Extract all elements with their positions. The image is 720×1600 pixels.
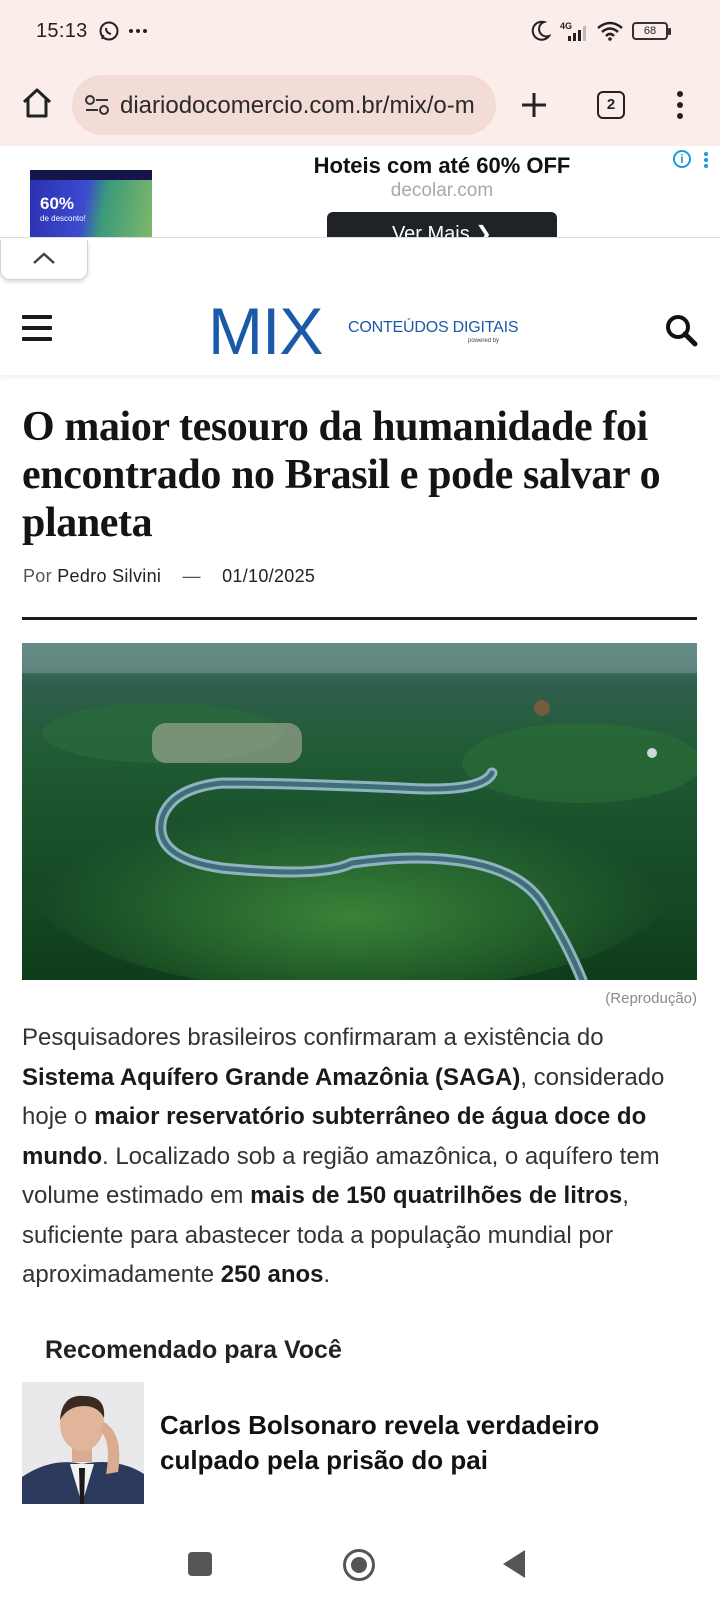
article-author[interactable]: Pedro Silvini [57,566,161,586]
article-paragraph: Pesquisadores brasileiros confirmaram a … [22,1018,702,1295]
status-time: 15:13 [36,20,88,42]
status-bar: 15:13 4G 68 [0,0,720,66]
ad-info-icon[interactable]: i [673,150,691,168]
new-tab-icon[interactable] [517,88,551,122]
ad-options-icon[interactable] [703,151,709,169]
wifi-icon [597,21,623,41]
recommended-heading: Recomendado para Você [45,1336,342,1364]
site-header: MIX CONTEÚDOS DIGITAIS powered by [0,285,720,375]
ad-banner[interactable]: 60% de desconto! Hoteis com até 60% OFF … [0,146,720,238]
ad-collapse-button[interactable] [0,240,88,280]
ad-image-subtitle: de desconto! [40,214,86,223]
battery-icon: 68 [632,22,671,40]
paragraph-text: Pesquisadores brasileiros confirmaram a … [22,1024,604,1051]
back-icon[interactable] [503,1550,525,1578]
recommended-thumbnail[interactable] [22,1382,144,1504]
site-logo-subtitle: CONTEÚDOS DIGITAIS [348,319,519,336]
tab-switcher-icon[interactable]: 2 [597,91,625,119]
moon-icon [531,20,551,41]
divider [22,617,697,620]
address-bar[interactable]: diariodocomercio.com.br/mix/o-m [72,75,496,135]
chevron-up-icon [33,252,55,264]
ad-cta-button[interactable]: Ver Mais ❯ [327,212,557,237]
site-logo-powered: powered by [468,338,500,344]
paragraph-bold-text: 250 anos [220,1261,324,1288]
byline-separator: — [182,566,201,586]
search-icon[interactable] [664,313,698,347]
home-icon[interactable] [20,86,54,120]
more-notifications-icon [129,29,147,33]
home-button-icon[interactable] [343,1549,375,1581]
article-byline: Por Pedro Silvini — 01/10/2025 [23,566,315,587]
whatsapp-icon [99,21,119,41]
paragraph-text: . [323,1261,331,1288]
hamburger-menu-icon[interactable] [22,315,52,343]
article-date: 01/10/2025 [222,566,316,586]
recents-icon[interactable] [188,1552,212,1576]
signal-icon: 4G [560,21,586,41]
paragraph-bold-text: mais de 150 quatrilhões de litros [250,1182,623,1209]
ad-title[interactable]: Hoteis com até 60% OFF [0,153,720,179]
ad-advertiser: decolar.com [390,180,494,201]
paragraph-bold-text: Sistema Aquífero Grande Amazônia (SAGA) [22,1063,521,1091]
recommended-item[interactable]: Carlos Bolsonaro revela verdadeiro culpa… [22,1382,702,1504]
byline-prefix: Por [23,566,52,586]
site-settings-icon[interactable] [84,93,110,117]
url-text[interactable]: diariodocomercio.com.br/mix/o-m [120,92,492,120]
site-logo[interactable]: MIX [208,293,323,369]
browser-toolbar: diariodocomercio.com.br/mix/o-m 2 [0,66,720,146]
svg-text:4G: 4G [560,21,572,31]
image-caption: (Reprodução) [605,990,697,1007]
system-nav-bar [0,1532,720,1600]
recommended-item-title[interactable]: Carlos Bolsonaro revela verdadeiro culpa… [160,1408,680,1478]
article-hero-image [22,643,697,980]
article-title: O maior tesouro da humanidade foi encont… [22,404,661,546]
menu-icon[interactable] [670,88,690,122]
